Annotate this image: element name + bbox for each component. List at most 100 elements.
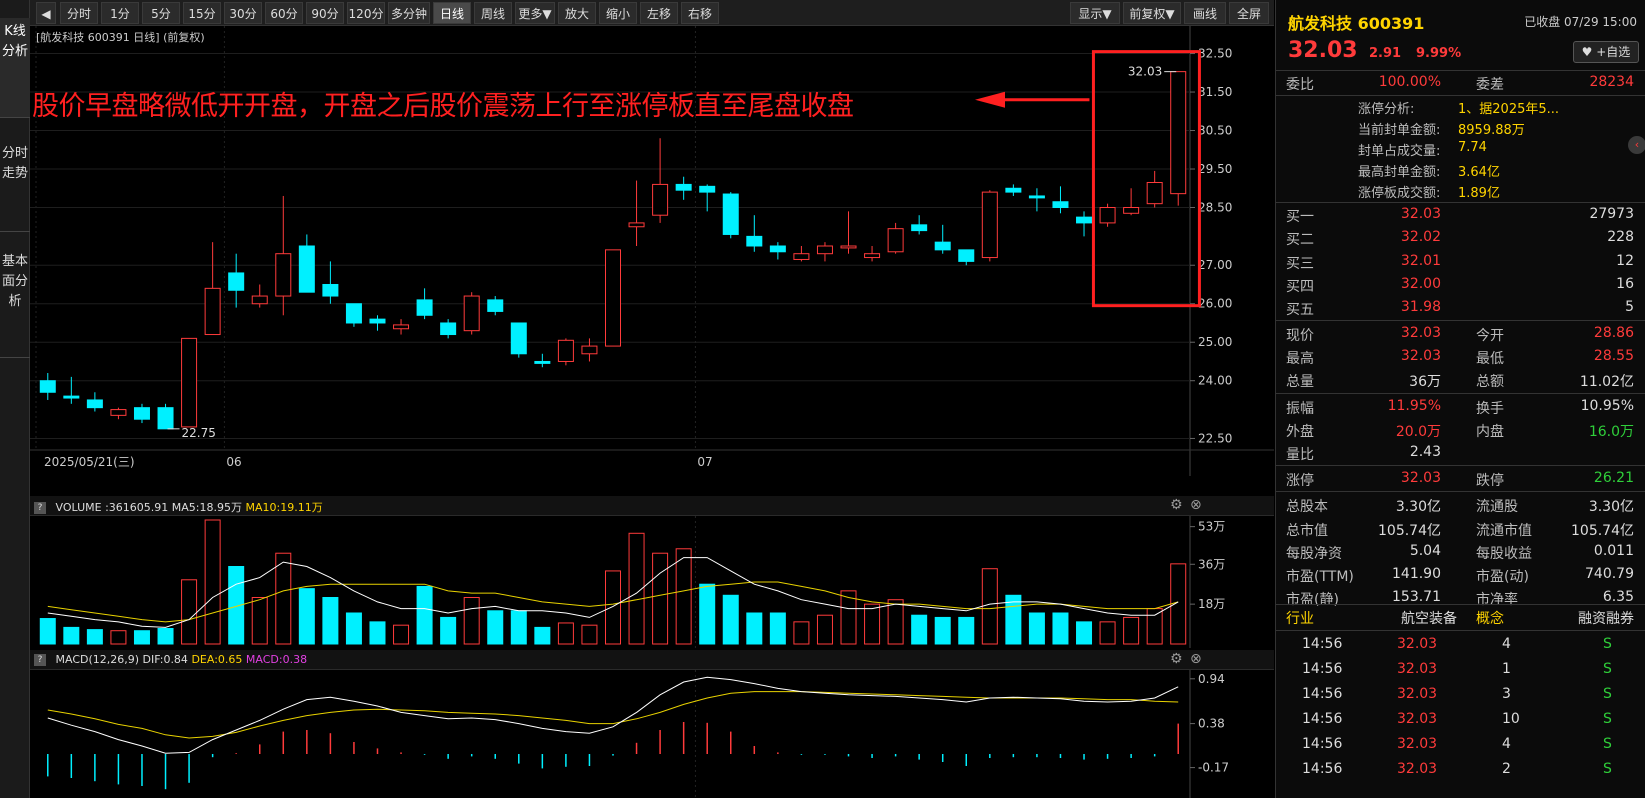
- candle[interactable]: [864, 246, 881, 262]
- candle[interactable]: [275, 195, 292, 316]
- toolbar-button[interactable]: 1分: [101, 2, 139, 24]
- volume-bar[interactable]: [675, 548, 692, 645]
- volume-bar[interactable]: [298, 588, 315, 645]
- gear-icon[interactable]: ⚙: [1170, 651, 1183, 667]
- volume-bar[interactable]: [699, 583, 716, 645]
- candle[interactable]: [887, 222, 904, 254]
- volume-bar[interactable]: [1076, 621, 1093, 645]
- volume-bar[interactable]: [1170, 563, 1187, 645]
- tick-row[interactable]: 14:56 32.03 10 S: [1276, 708, 1645, 732]
- concept-link[interactable]: 概念: [1476, 608, 1504, 628]
- toolbar-button[interactable]: 前复权▼: [1123, 2, 1181, 24]
- volume-bar[interactable]: [769, 612, 786, 645]
- tick-row[interactable]: 14:56 32.03 3 S: [1276, 683, 1645, 707]
- volume-bar[interactable]: [1146, 608, 1163, 645]
- volume-bar[interactable]: [463, 597, 480, 645]
- candle[interactable]: [557, 338, 574, 366]
- candle[interactable]: [1005, 184, 1022, 196]
- expand-icon[interactable]: ‹: [1628, 136, 1645, 154]
- macd-chart[interactable]: 0.94 0.38 -0.17: [30, 670, 1274, 798]
- volume-bar[interactable]: [487, 610, 504, 645]
- volume-bar[interactable]: [110, 630, 127, 645]
- volume-bar[interactable]: [581, 624, 598, 645]
- candle[interactable]: [628, 180, 645, 246]
- help-icon[interactable]: ?: [34, 654, 46, 666]
- volume-bar[interactable]: [887, 599, 904, 645]
- volume-chart[interactable]: 53万 36万 18万: [30, 516, 1274, 648]
- collapse-button[interactable]: ◀: [36, 2, 56, 24]
- candle[interactable]: [534, 353, 551, 368]
- candle[interactable]: [793, 246, 810, 262]
- candle[interactable]: [769, 242, 786, 260]
- volume-bar[interactable]: [86, 629, 103, 645]
- volume-bar[interactable]: [793, 621, 810, 645]
- candle[interactable]: [1146, 170, 1163, 208]
- volume-bar[interactable]: [1123, 616, 1140, 645]
- toolbar-button[interactable]: 左移: [640, 2, 678, 24]
- volume-bar[interactable]: [416, 585, 433, 645]
- candle[interactable]: [1123, 188, 1140, 216]
- toolbar-button[interactable]: 15分: [183, 2, 221, 24]
- volume-bar[interactable]: [557, 622, 574, 645]
- volume-bar[interactable]: [534, 626, 551, 645]
- close-icon[interactable]: ⊗: [1190, 651, 1202, 667]
- volume-bar[interactable]: [204, 519, 221, 645]
- volume-bar[interactable]: [63, 626, 80, 645]
- add-watchlist-button[interactable]: ♥ +自选: [1573, 41, 1639, 63]
- volume-bar[interactable]: [911, 614, 928, 645]
- volume-bar[interactable]: [934, 616, 951, 645]
- volume-bar[interactable]: [981, 568, 998, 645]
- candle[interactable]: [39, 373, 56, 400]
- volume-bar[interactable]: [746, 612, 763, 645]
- volume-bar[interactable]: [393, 624, 410, 645]
- tick-row[interactable]: 14:56 32.03 1 S: [1276, 658, 1645, 682]
- volume-bar[interactable]: [322, 597, 339, 645]
- close-icon[interactable]: ⊗: [1190, 497, 1202, 513]
- candle[interactable]: [605, 249, 621, 347]
- orderbook-row[interactable]: 买四 32.00 16: [1276, 273, 1645, 296]
- tick-row[interactable]: 14:56 32.03 4 S: [1276, 633, 1645, 657]
- volume-bar[interactable]: [652, 552, 669, 645]
- candle[interactable]: [228, 253, 245, 308]
- toolbar-button[interactable]: 全屏: [1229, 2, 1269, 24]
- candle[interactable]: [393, 319, 410, 335]
- candle[interactable]: [675, 176, 692, 200]
- volume-bar[interactable]: [440, 616, 457, 645]
- candle[interactable]: [133, 403, 150, 424]
- candle[interactable]: [369, 315, 386, 331]
- orderbook-row[interactable]: 买一 32.03 27973: [1276, 203, 1645, 226]
- margin-link[interactable]: 融资融券: [1578, 608, 1634, 628]
- candle[interactable]: [204, 242, 221, 336]
- candle[interactable]: [1099, 203, 1116, 227]
- toolbar-button[interactable]: 右移: [681, 2, 719, 24]
- toolbar-button[interactable]: 显示▼: [1070, 2, 1120, 24]
- volume-bar[interactable]: [1052, 612, 1069, 645]
- orderbook-row[interactable]: 买三 32.01 12: [1276, 250, 1645, 273]
- candle[interactable]: [510, 322, 527, 358]
- candle[interactable]: [958, 249, 975, 266]
- volume-bar[interactable]: [181, 579, 198, 645]
- candle[interactable]: [816, 242, 833, 262]
- toolbar-button[interactable]: 缩小: [599, 2, 637, 24]
- candle[interactable]: [345, 303, 362, 327]
- volume-bar[interactable]: [39, 618, 56, 645]
- tab-fundamentals[interactable]: 基本面分析: [0, 248, 30, 358]
- candle[interactable]: [322, 261, 339, 304]
- volume-bar[interactable]: [510, 610, 527, 645]
- toolbar-button[interactable]: 日线: [433, 2, 471, 24]
- candle[interactable]: [181, 337, 198, 428]
- toolbar-button[interactable]: 放大: [558, 2, 596, 24]
- volume-bar[interactable]: [345, 612, 362, 645]
- candle[interactable]: [416, 288, 433, 320]
- toolbar-button[interactable]: 120分: [347, 2, 385, 24]
- toolbar-button[interactable]: 5分: [142, 2, 180, 24]
- volume-bar[interactable]: [133, 630, 150, 645]
- toolbar-button[interactable]: 多分钟: [388, 2, 430, 24]
- candle[interactable]: [298, 234, 315, 293]
- volume-bar[interactable]: [816, 614, 833, 645]
- toolbar-button[interactable]: 30分: [224, 2, 262, 24]
- candle[interactable]: [157, 403, 174, 430]
- candle[interactable]: [840, 211, 857, 254]
- tab-kline[interactable]: K线分析: [0, 18, 30, 118]
- toolbar-button[interactable]: 60分: [265, 2, 303, 24]
